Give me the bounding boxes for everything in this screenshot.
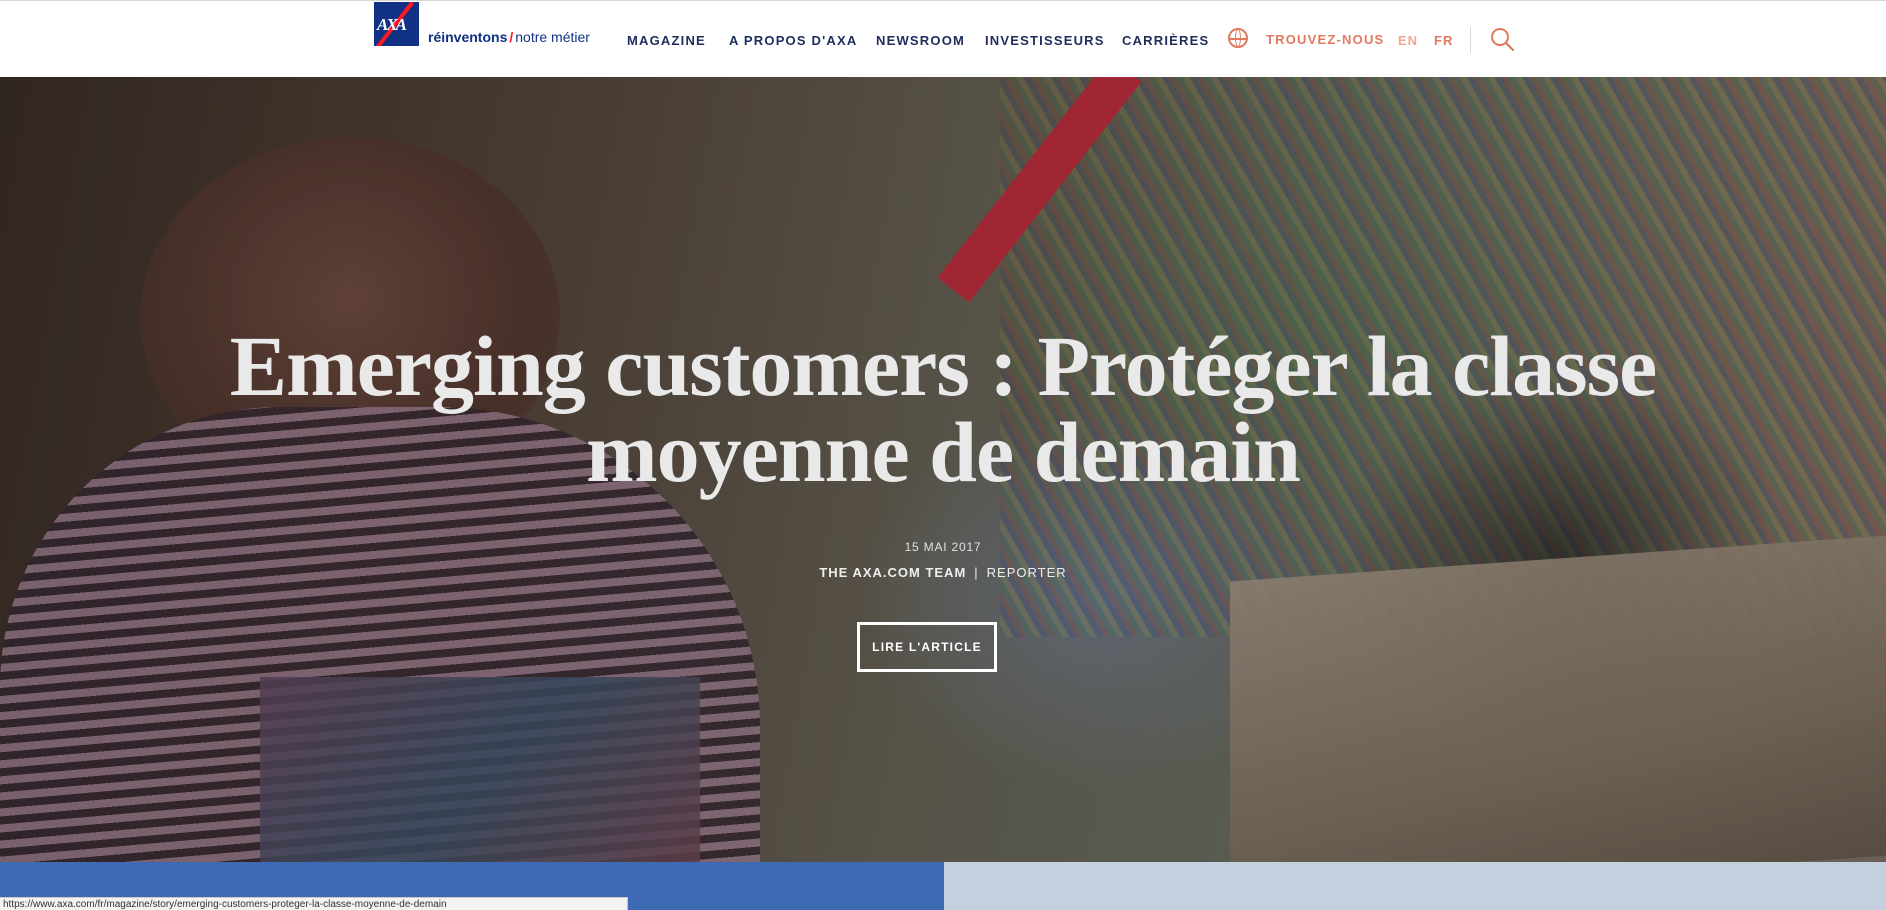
logo-text: AXA (377, 15, 407, 34)
hero-banner[interactable]: Emerging customers : Protéger la classe … (0, 77, 1886, 862)
lang-en-link[interactable]: EN (1398, 33, 1418, 48)
tagline-bold: réinventons (428, 29, 508, 45)
search-icon[interactable] (1490, 27, 1514, 51)
nav-a-propos[interactable]: A PROPOS D'AXA (729, 33, 857, 48)
read-article-button[interactable]: LIRE L'ARTICLE (857, 622, 997, 672)
nav-carrieres[interactable]: CARRIÈRES (1122, 33, 1209, 48)
bottom-panel-right[interactable] (944, 862, 1886, 910)
tagline: réinventons / notre métier (428, 29, 590, 45)
site-header: AXA réinventons / notre métier MAGAZINE A … (0, 0, 1886, 77)
article-byline: THE AXA.COM TEAM | REPORTER (0, 565, 1886, 580)
tagline-slash: / (509, 29, 514, 45)
byline-separator: | (974, 565, 979, 580)
status-bar-url: https://www.axa.com/fr/magazine/story/em… (0, 897, 628, 910)
nav-newsroom[interactable]: NEWSROOM (876, 33, 965, 48)
article-author: THE AXA.COM TEAM (819, 565, 967, 580)
find-us-link[interactable]: TROUVEZ-NOUS (1266, 32, 1384, 47)
tagline-rest: notre métier (515, 29, 590, 45)
axa-logo[interactable]: AXA (374, 2, 419, 46)
hero-title[interactable]: Emerging customers : Protéger la classe … (160, 323, 1726, 495)
article-role: REPORTER (986, 565, 1067, 580)
lang-fr-link[interactable]: FR (1434, 33, 1453, 48)
header-divider (1470, 27, 1471, 53)
globe-icon[interactable] (1228, 28, 1248, 48)
article-date: 15 MAI 2017 (904, 540, 982, 554)
nav-investisseurs[interactable]: INVESTISSEURS (985, 33, 1105, 48)
nav-magazine[interactable]: MAGAZINE (627, 33, 706, 48)
